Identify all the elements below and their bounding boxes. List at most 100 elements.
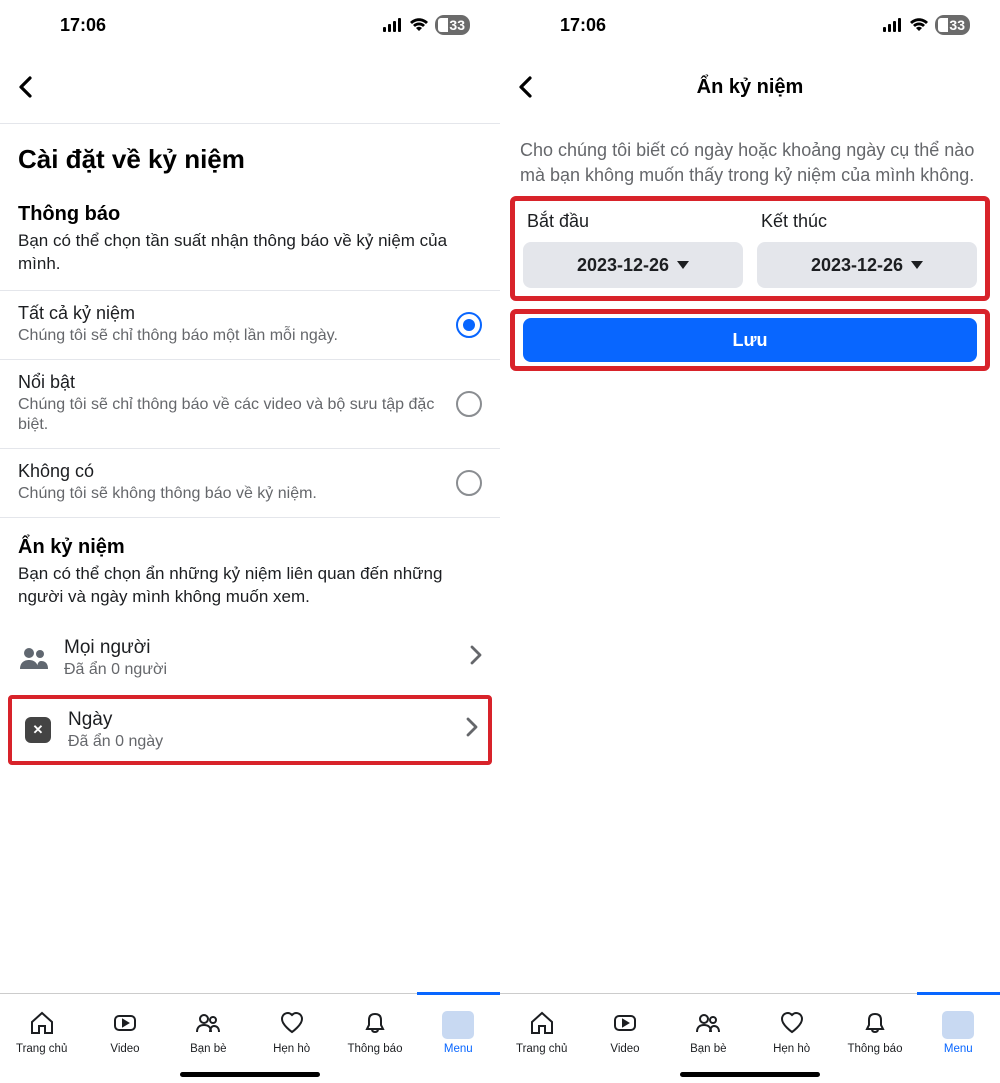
video-icon <box>112 1010 138 1039</box>
status-bar: 17:06 33 <box>0 0 500 50</box>
tab-notifications[interactable]: Thông báo <box>333 994 416 1065</box>
active-tab-indicator <box>917 992 1000 995</box>
active-tab-indicator <box>417 992 500 995</box>
hide-people-row[interactable]: Mọi người Đã ẩn 0 người <box>0 623 500 693</box>
screen-hide-memory-dates: 17:06 33 Ẩn kỷ niệm Cho chúng tôi biết c… <box>500 0 1000 1083</box>
video-icon <box>612 1010 638 1039</box>
back-button[interactable] <box>0 62 50 112</box>
tab-label: Menu <box>444 1043 473 1055</box>
tab-home[interactable]: Trang chủ <box>0 994 83 1065</box>
save-button[interactable]: Lưu <box>523 318 977 362</box>
back-button[interactable] <box>500 62 550 112</box>
nav-bar <box>0 50 500 124</box>
tab-label: Hẹn hò <box>773 1043 810 1055</box>
row-label: Ngày <box>68 709 452 731</box>
home-indicator <box>180 1072 320 1077</box>
home-indicator <box>680 1072 820 1077</box>
tab-menu[interactable]: Menu <box>417 994 500 1065</box>
end-date-picker[interactable]: 2023-12-26 <box>757 242 977 288</box>
hide-days-row[interactable]: ✕ Ngày Đã ẩn 0 ngày <box>12 699 488 761</box>
tab-notifications[interactable]: Thông báo <box>833 994 916 1065</box>
cellular-icon <box>883 18 903 32</box>
description: Cho chúng tôi biết có ngày hoặc khoảng n… <box>500 124 1000 196</box>
radio-sub: Chúng tôi sẽ chỉ thông báo một lần mỗi n… <box>18 326 456 347</box>
radio-sub: Chúng tôi sẽ không thông báo về kỷ niệm. <box>18 484 456 505</box>
menu-icon <box>942 1011 974 1039</box>
tab-label: Video <box>610 1043 639 1055</box>
bell-icon <box>362 1010 388 1039</box>
start-date-column: Bắt đầu 2023-12-26 <box>523 211 743 288</box>
tab-menu[interactable]: Menu <box>917 994 1000 1065</box>
radio-label: Tất cả kỷ niệm <box>18 303 456 324</box>
battery-icon: 33 <box>435 15 470 35</box>
caret-down-icon <box>677 261 689 269</box>
radio-none[interactable]: Không có Chúng tôi sẽ không thông báo về… <box>0 448 500 518</box>
content: Cài đặt về kỷ niệm Thông báo Bạn có thể … <box>0 124 500 993</box>
highlight-save-button: Lưu <box>510 309 990 371</box>
status-right: 33 <box>883 15 970 35</box>
heart-icon <box>779 1010 805 1039</box>
content: Cho chúng tôi biết có ngày hoặc khoảng n… <box>500 124 1000 993</box>
chevron-right-icon <box>470 645 482 671</box>
cellular-icon <box>383 18 403 32</box>
start-date-value: 2023-12-26 <box>577 255 669 276</box>
section-desc-notifications: Bạn có thể chọn tần suất nhận thông báo … <box>0 228 500 290</box>
nav-bar: Ẩn kỷ niệm <box>500 50 1000 124</box>
friends-icon <box>695 1010 721 1039</box>
home-icon <box>29 1010 55 1039</box>
radio-indicator <box>456 470 482 496</box>
nav-title: Ẩn kỷ niệm <box>500 76 1000 99</box>
tab-bar: Trang chủ Video Bạn bè Hẹn hò Thông báo … <box>500 993 1000 1083</box>
tab-label: Trang chủ <box>516 1043 567 1055</box>
save-label: Lưu <box>732 330 767 351</box>
radio-indicator <box>456 391 482 417</box>
tab-label: Thông báo <box>847 1043 902 1055</box>
section-title-hide: Ẩn kỷ niệm <box>0 518 500 561</box>
tab-label: Bạn bè <box>690 1043 726 1055</box>
radio-all-memories[interactable]: Tất cả kỷ niệm Chúng tôi sẽ chỉ thông bá… <box>0 290 500 359</box>
row-sub: Đã ẩn 0 ngày <box>68 733 452 751</box>
tab-label: Hẹn hò <box>273 1043 310 1055</box>
calendar-x-icon: ✕ <box>22 717 54 743</box>
status-right: 33 <box>383 15 470 35</box>
tab-home[interactable]: Trang chủ <box>500 994 583 1065</box>
end-date-column: Kết thúc 2023-12-26 <box>757 211 977 288</box>
status-bar: 17:06 33 <box>500 0 1000 50</box>
status-time: 17:06 <box>500 15 606 36</box>
page-title: Cài đặt về kỷ niệm <box>0 124 500 185</box>
tab-label: Menu <box>944 1043 973 1055</box>
bell-icon <box>862 1010 888 1039</box>
people-icon <box>18 647 50 669</box>
heart-icon <box>279 1010 305 1039</box>
highlight-date-pickers: Bắt đầu 2023-12-26 Kết thúc 2023-12-26 <box>510 196 990 301</box>
screen-memory-settings: 17:06 33 Cài đặt về kỷ niệm Thông báo Bạ… <box>0 0 500 1083</box>
radio-sub: Chúng tôi sẽ chỉ thông báo về các video … <box>18 395 456 437</box>
friends-icon <box>195 1010 221 1039</box>
radio-label: Không có <box>18 461 456 482</box>
chevron-right-icon <box>466 717 478 743</box>
radio-highlights[interactable]: Nổi bật Chúng tôi sẽ chỉ thông báo về cá… <box>0 359 500 449</box>
tab-friends[interactable]: Bạn bè <box>167 994 250 1065</box>
tab-label: Trang chủ <box>16 1043 67 1055</box>
tab-label: Bạn bè <box>190 1043 226 1055</box>
start-label: Bắt đầu <box>523 211 743 232</box>
caret-down-icon <box>911 261 923 269</box>
tab-label: Video <box>110 1043 139 1055</box>
row-sub: Đã ẩn 0 người <box>64 661 456 679</box>
tab-video[interactable]: Video <box>583 994 666 1065</box>
status-time: 17:06 <box>0 15 106 36</box>
wifi-icon <box>409 18 429 32</box>
battery-icon: 33 <box>935 15 970 35</box>
section-desc-hide: Bạn có thể chọn ẩn những kỷ niệm liên qu… <box>0 561 500 623</box>
tab-friends[interactable]: Bạn bè <box>667 994 750 1065</box>
row-label: Mọi người <box>64 637 456 659</box>
end-date-value: 2023-12-26 <box>811 255 903 276</box>
tab-dating[interactable]: Hẹn hò <box>250 994 333 1065</box>
tab-video[interactable]: Video <box>83 994 166 1065</box>
tab-bar: Trang chủ Video Bạn bè Hẹn hò Thông báo … <box>0 993 500 1083</box>
start-date-picker[interactable]: 2023-12-26 <box>523 242 743 288</box>
tab-dating[interactable]: Hẹn hò <box>750 994 833 1065</box>
wifi-icon <box>909 18 929 32</box>
home-icon <box>529 1010 555 1039</box>
end-label: Kết thúc <box>757 211 977 232</box>
